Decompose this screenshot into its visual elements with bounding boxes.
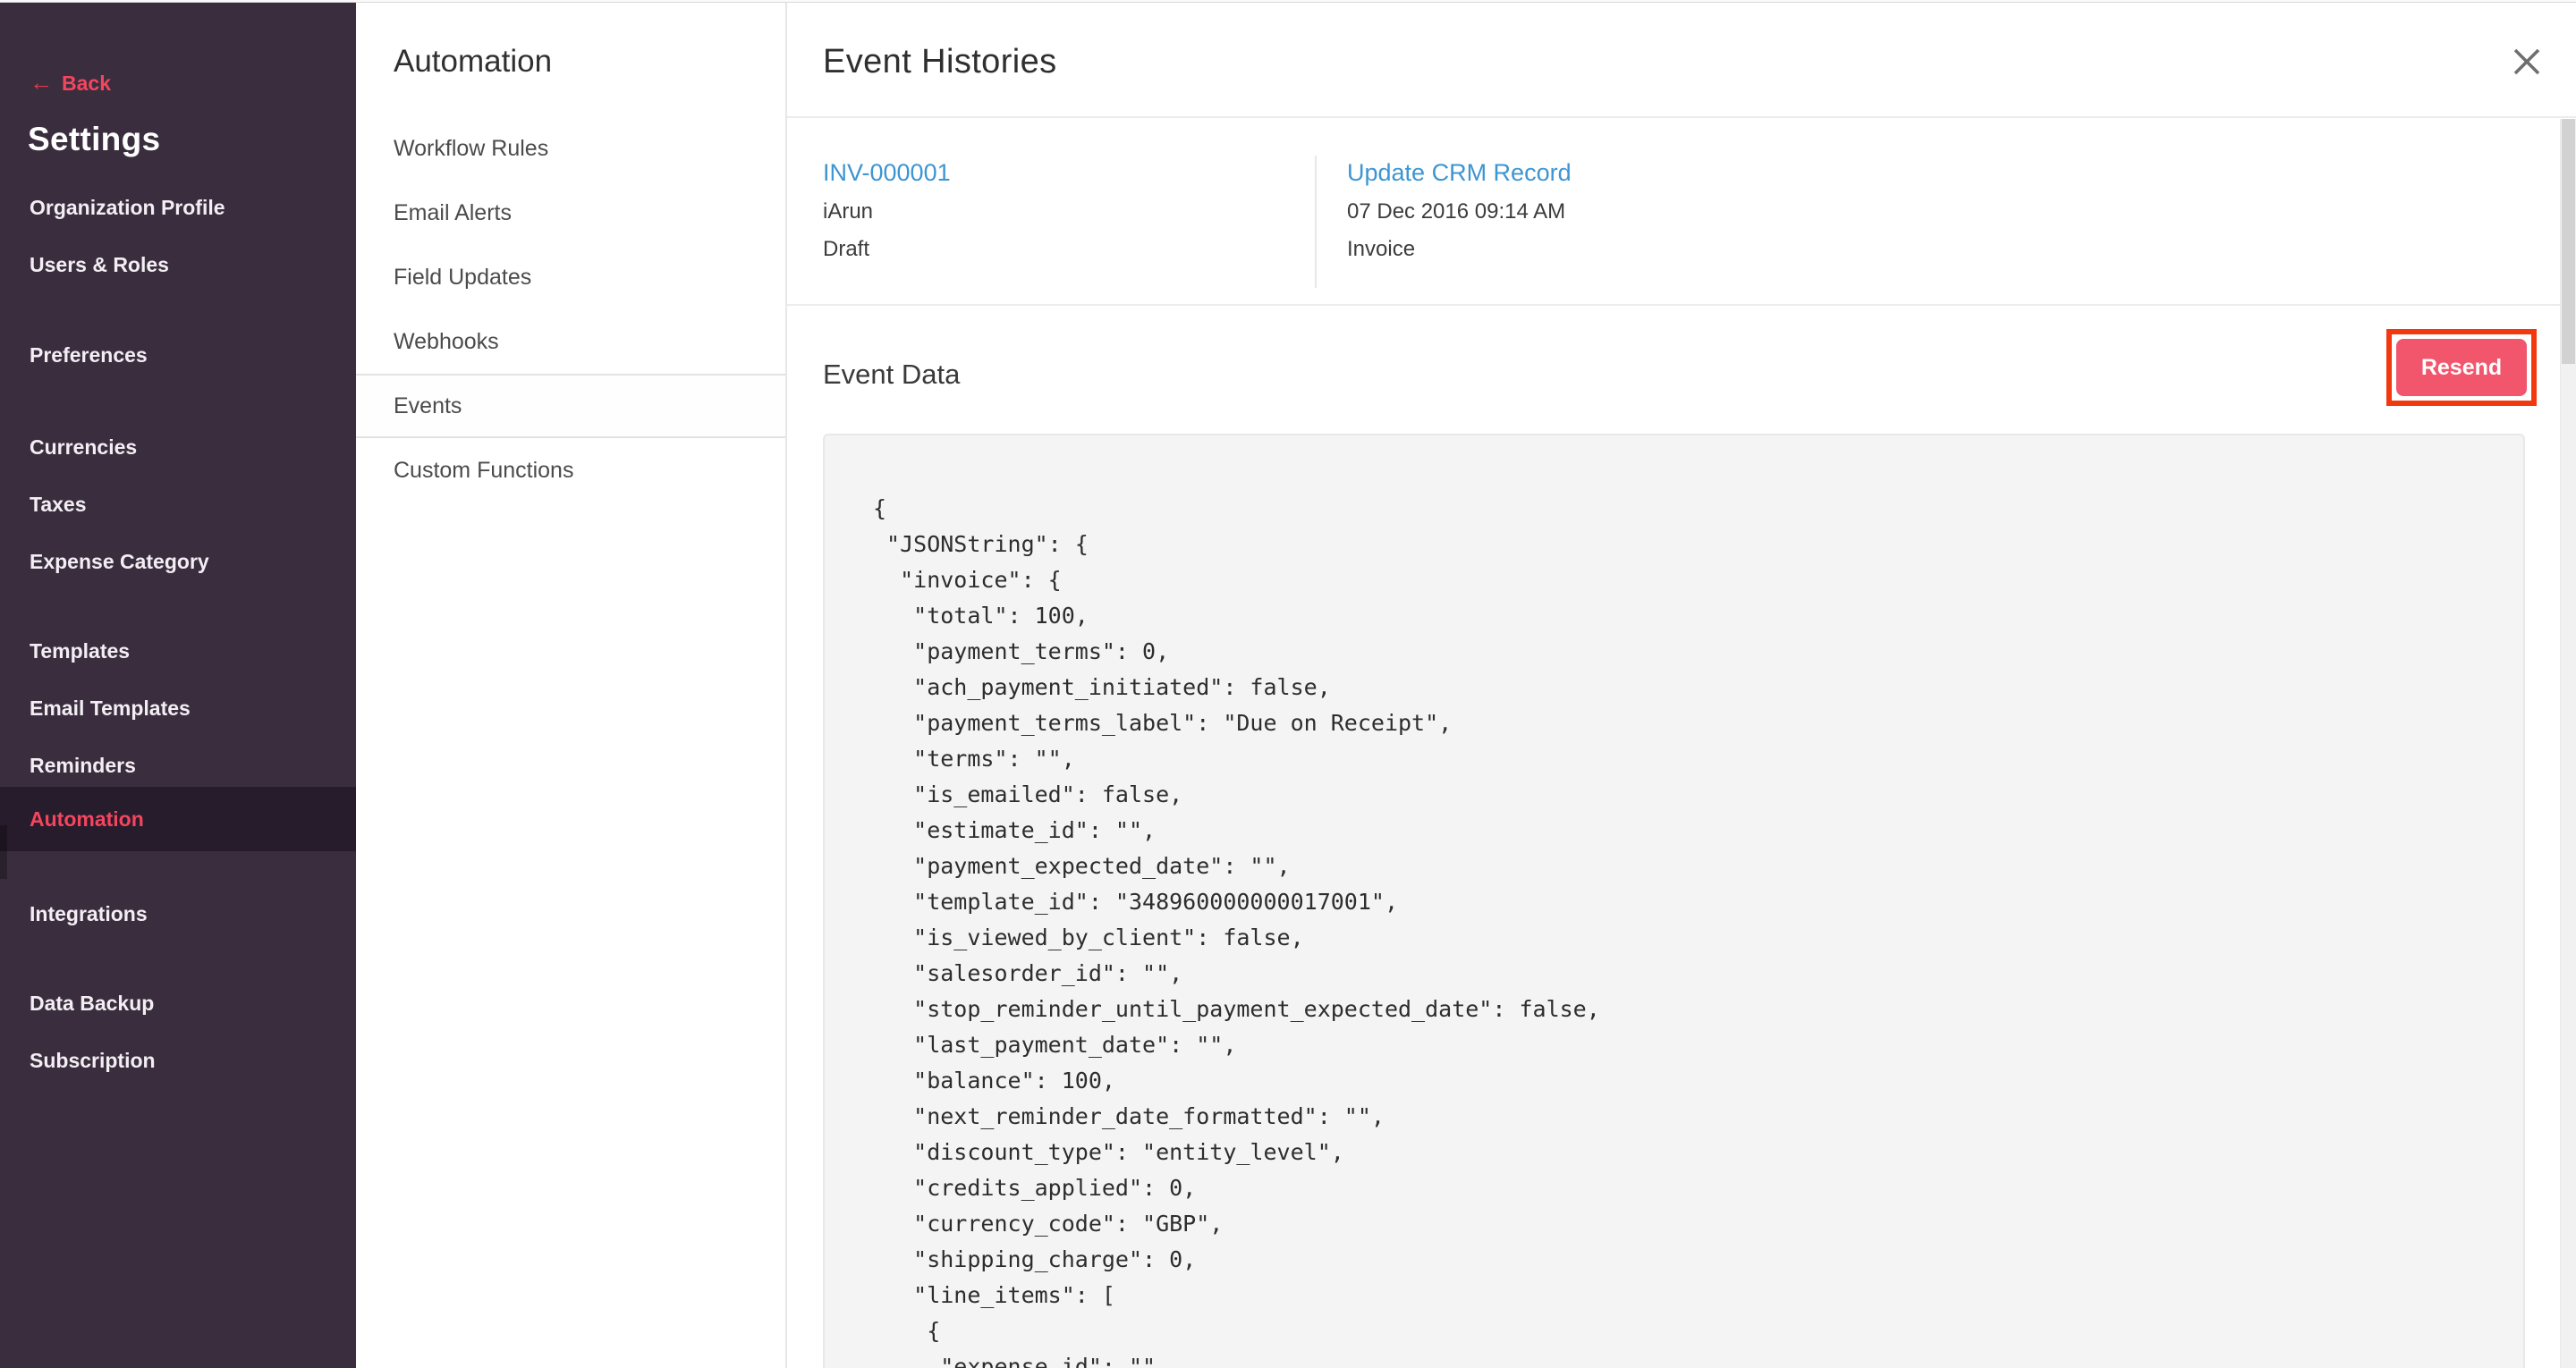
- panel-header: Event Histories: [787, 0, 2576, 118]
- contact-name: iArun: [823, 198, 951, 225]
- sidebar-item-subscription[interactable]: Subscription: [0, 1039, 356, 1082]
- sidebar-item-data-backup[interactable]: Data Backup: [0, 982, 356, 1025]
- sidebar-scrollbar-thumb[interactable]: [0, 825, 7, 879]
- submenu-item-email-alerts[interactable]: Email Alerts: [356, 181, 785, 245]
- summary-divider: [1315, 156, 1317, 288]
- annotation-highlight: Resend: [2386, 329, 2537, 406]
- event-data-section: Event Data Resend { "JSONString": { "inv…: [787, 306, 2576, 1368]
- event-data-heading: Event Data: [823, 359, 960, 391]
- submenu-item-webhooks[interactable]: Webhooks: [356, 309, 785, 374]
- submenu-item-events[interactable]: Events: [356, 374, 785, 438]
- event-summary: INV-000001 iArun Draft Update CRM Record…: [787, 118, 2576, 306]
- sidebar-item-expense-category[interactable]: Expense Category: [0, 540, 356, 583]
- event-summary-action-col: Update CRM Record 07 Dec 2016 09:14 AM I…: [1347, 157, 1572, 263]
- event-summary-invoice-col: INV-000001 iArun Draft: [823, 157, 951, 263]
- sidebar-item-taxes[interactable]: Taxes: [0, 483, 356, 526]
- back-link[interactable]: ← Back: [30, 70, 356, 95]
- sidebar-item-integrations[interactable]: Integrations: [0, 892, 356, 935]
- automation-submenu: Automation Workflow Rules Email Alerts F…: [356, 0, 787, 1368]
- close-icon: [2512, 46, 2542, 77]
- back-arrow-icon: ←: [30, 69, 53, 96]
- panel-title: Event Histories: [823, 45, 1057, 79]
- event-data-json: { "JSONString": { "invoice": { "total": …: [825, 435, 2523, 1368]
- sidebar-item-organization-profile[interactable]: Organization Profile: [0, 186, 356, 229]
- action-name-link[interactable]: Update CRM Record: [1347, 157, 1572, 188]
- submenu-item-field-updates[interactable]: Field Updates: [356, 245, 785, 309]
- submenu-item-custom-functions[interactable]: Custom Functions: [356, 438, 785, 502]
- submenu-title: Automation: [394, 39, 785, 84]
- back-link-label: Back: [62, 72, 111, 95]
- settings-sidebar: ← Back Settings Organization Profile User…: [0, 0, 356, 1368]
- window-top-edge: [0, 0, 2576, 3]
- event-timestamp: 07 Dec 2016 09:14 AM: [1347, 198, 1572, 225]
- automation-nav: Workflow Rules Email Alerts Field Update…: [356, 116, 785, 502]
- entity-type: Invoice: [1347, 236, 1572, 263]
- settings-nav: Organization Profile Users & Roles Prefe…: [0, 186, 356, 1082]
- close-button[interactable]: [2512, 46, 2542, 77]
- sidebar-item-email-templates[interactable]: Email Templates: [0, 687, 356, 730]
- page-scrollbar-thumb[interactable]: [2562, 119, 2575, 364]
- sidebar-item-automation[interactable]: Automation: [0, 787, 356, 851]
- sidebar-item-reminders[interactable]: Reminders: [0, 744, 356, 787]
- sidebar-item-templates[interactable]: Templates: [0, 629, 356, 672]
- event-histories-panel: Event Histories INV-000001 iArun Draft U…: [787, 0, 2576, 1368]
- sidebar-item-users-roles[interactable]: Users & Roles: [0, 243, 356, 286]
- page-title: Settings: [28, 120, 356, 159]
- event-data-code-panel: { "JSONString": { "invoice": { "total": …: [823, 434, 2525, 1368]
- page-scrollbar-track: [2560, 119, 2576, 1368]
- submenu-item-workflow-rules[interactable]: Workflow Rules: [356, 116, 785, 181]
- sidebar-item-preferences[interactable]: Preferences: [0, 334, 356, 376]
- invoice-status: Draft: [823, 236, 951, 263]
- invoice-number-link[interactable]: INV-000001: [823, 157, 951, 188]
- sidebar-item-currencies[interactable]: Currencies: [0, 426, 356, 469]
- resend-button[interactable]: Resend: [2396, 339, 2527, 396]
